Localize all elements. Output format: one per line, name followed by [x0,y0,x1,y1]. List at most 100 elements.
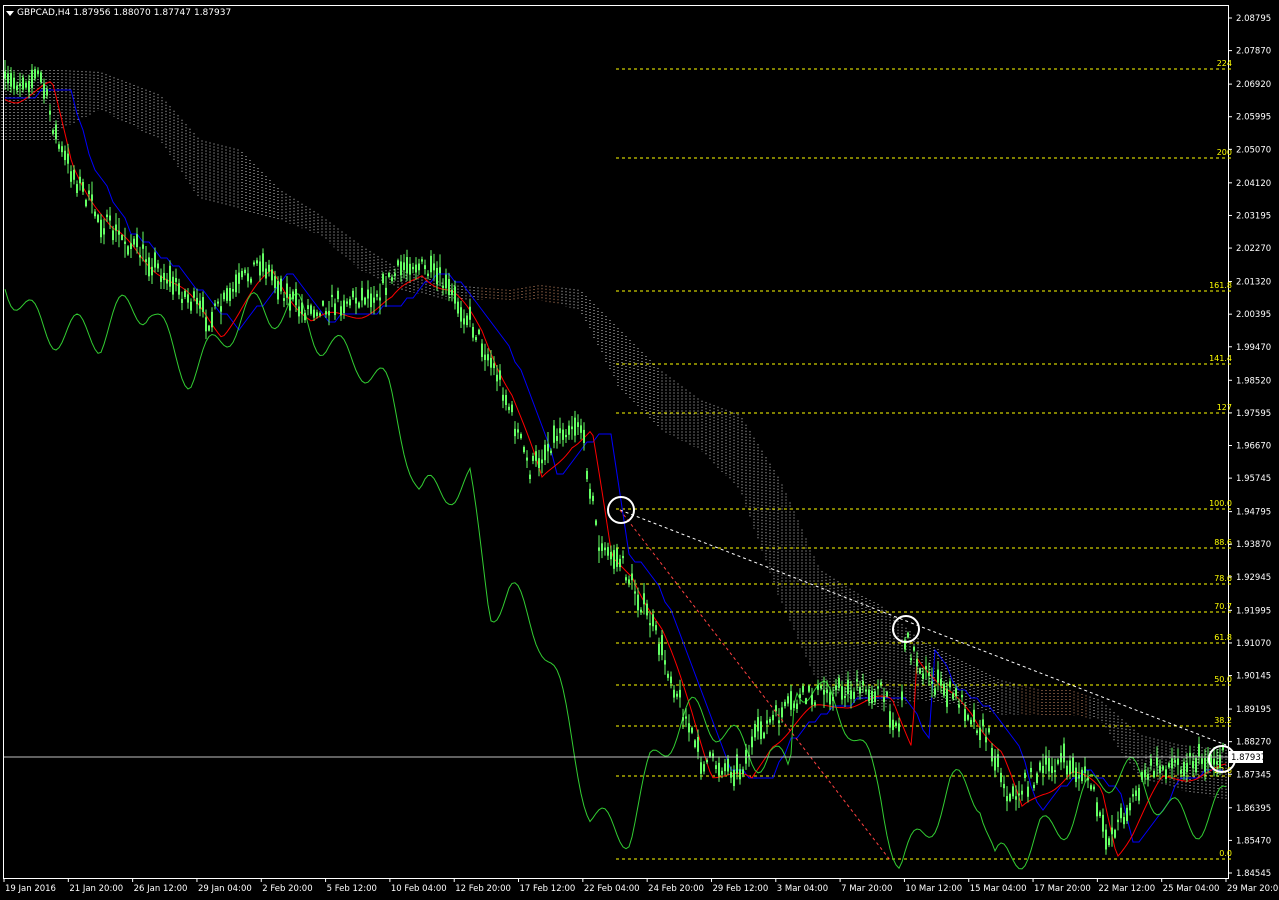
candle-body [610,551,612,560]
candle-body [466,315,468,325]
price-chart[interactable]: 224200161.8141.4127100.088.678.670.761.8… [0,0,1279,900]
candle-body [652,614,654,627]
candle-body [379,297,381,301]
candle-body [214,303,216,306]
candle-body [574,417,576,436]
time-tick-label: 24 Feb 20:00 [648,884,704,894]
candle-body [781,707,783,718]
candle-body [970,719,972,725]
candle-body [391,277,393,282]
candle-body [196,297,198,305]
candle-body [1153,770,1155,778]
candle-body [853,691,855,699]
candle-body [1123,817,1125,825]
candle-body [190,301,192,311]
price-tick-label: 1.85470 [1236,836,1271,846]
price-tick-label: 1.87345 [1236,770,1271,780]
candle-body [1216,761,1218,765]
candle-body [1051,766,1053,773]
candle-body [148,257,150,277]
fib-level-label: 50.0 [1214,675,1232,684]
candle-body [181,298,183,303]
candle-body [802,685,804,693]
candle-body [1201,758,1203,764]
candle-body [646,603,648,616]
candle-body [577,422,579,427]
candle-body [1105,829,1107,850]
candle-body [163,272,165,280]
candle-body [505,395,507,405]
fib-level-label: 100.0 [1209,499,1232,508]
candle-body [844,696,846,699]
candle-body [1015,796,1017,800]
candle-body [805,698,807,705]
candle-body [910,658,912,661]
candle-body [604,547,606,551]
candle-body [397,260,399,266]
candle-body [1018,793,1020,796]
candle-body [16,85,18,91]
candle-body [49,110,51,115]
time-tick-label: 26 Jan 12:00 [134,884,188,894]
candle-body [868,689,870,702]
price-tick-label: 2.04120 [1236,179,1271,189]
price-tick-label: 1.91070 [1236,639,1271,649]
candle-body [433,263,435,271]
candle-body [898,723,900,732]
candle-body [94,211,96,217]
chart-window[interactable]: 224 200 161.8 141.4 127 100.0 88.6 78.6 70.7 61.8… [0,0,1279,900]
fib-level-label: 141.4 [1209,354,1232,363]
candle-body [343,300,345,314]
fib-level-label: 127 [1217,403,1232,412]
candle-body [886,691,888,697]
candle-body [883,697,885,702]
candle-body [724,763,726,772]
candle-body [451,289,453,295]
candle-body [991,748,993,762]
candle-body [298,306,300,317]
candle-body [790,691,792,710]
candle-body [295,288,297,306]
candle-body [325,311,327,315]
candle-body [913,646,915,651]
candle-body [292,291,294,300]
candle-body [130,243,132,249]
candle-body [157,263,159,269]
candle-body [1069,760,1071,775]
candle-body [544,444,546,461]
candle-body [961,694,963,698]
candle-body [784,701,786,707]
candle-body [916,658,918,667]
candle-body [124,241,126,244]
candle-body [1150,758,1152,766]
candle-body [364,297,366,305]
candle-body [595,520,597,525]
candle-body [994,755,996,771]
candle-body [7,73,9,84]
candle-body [583,429,585,444]
candle-body [769,719,771,723]
candle-body [988,728,990,733]
candle-body [889,711,891,728]
candle-body [1012,786,1014,797]
candle-body [580,425,582,433]
highlight-circle [892,615,920,643]
candle-body [445,274,447,289]
candle-body [1057,759,1059,764]
plot-frame [3,5,1229,879]
candle-body [775,705,777,712]
time-tick-label: 21 Jan 20:00 [69,884,123,894]
candle-body [733,769,735,787]
candle-body [778,720,780,724]
candle-body [427,273,429,276]
candle-body [220,306,222,312]
candle-body [205,317,207,332]
time-tick-label: 10 Feb 04:00 [391,884,447,894]
chevron-down-icon[interactable] [6,10,14,16]
candle-body [1204,758,1206,772]
candle-body [1198,744,1200,758]
candle-body [892,719,894,731]
candle-body [436,267,438,285]
candle-body [1174,760,1176,763]
time-tick-label: 29 Mar 20:00 [1227,884,1279,894]
